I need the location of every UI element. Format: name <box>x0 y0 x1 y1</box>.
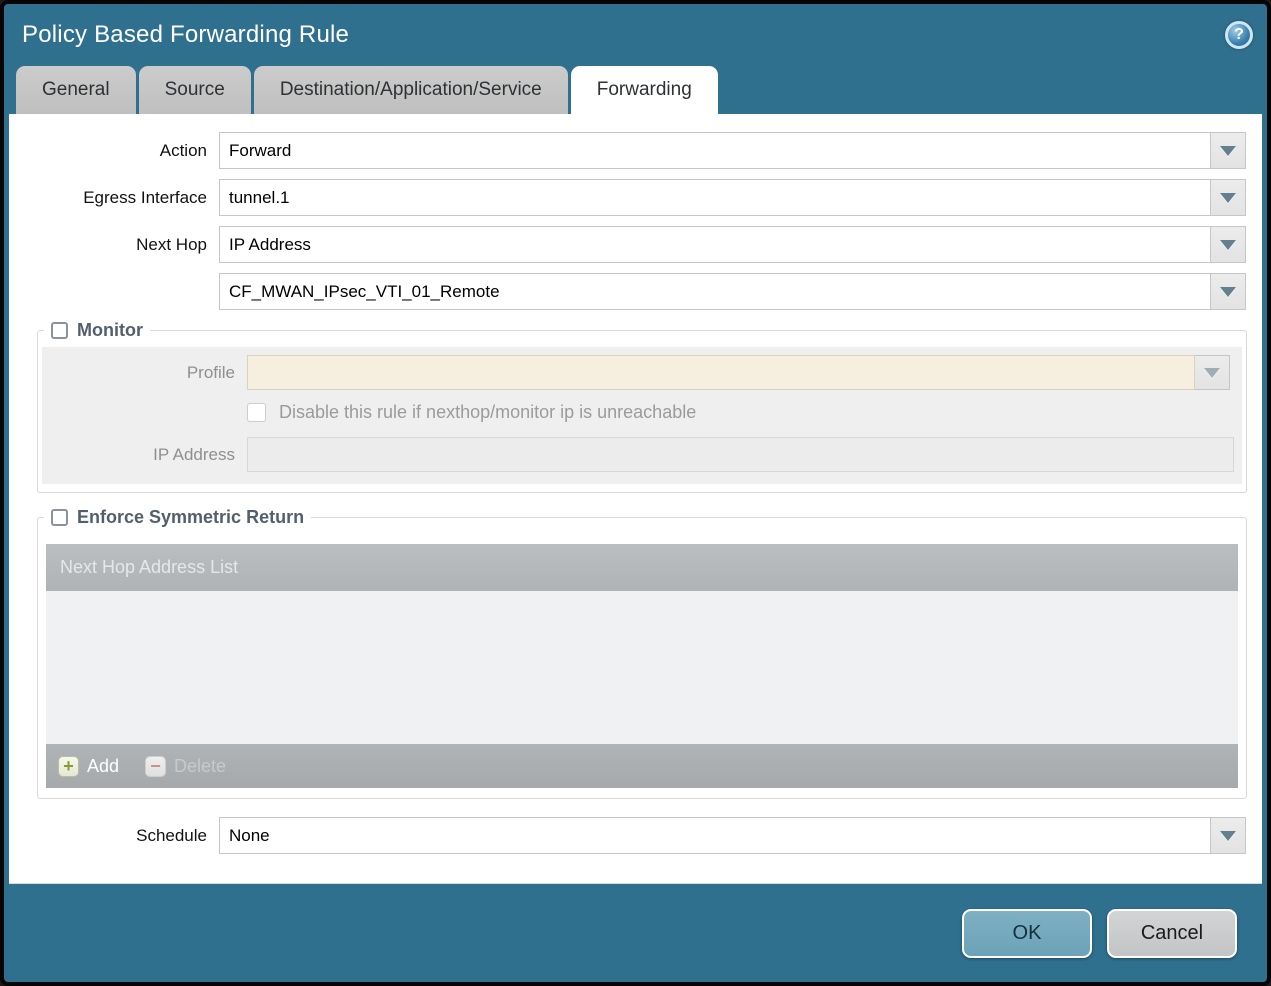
tab-bar: General Source Destination/Application/S… <box>4 66 1267 114</box>
monitor-ip-row: IP Address <box>42 437 1242 472</box>
chevron-down-icon <box>1220 830 1236 841</box>
monitor-legend: Monitor <box>44 320 150 341</box>
dialog-footer: OK Cancel <box>4 884 1267 982</box>
monitor-fieldset: Monitor Profile Disable this rule if nex… <box>37 320 1247 493</box>
action-select[interactable]: Forward <box>219 132 1211 169</box>
schedule-select[interactable]: None <box>219 817 1211 854</box>
next-hop-address-table: Next Hop Address List + Add − Delete <box>46 544 1238 788</box>
egress-interface-field-group: tunnel.1 <box>219 179 1246 216</box>
title-bar: Policy Based Forwarding Rule ? <box>4 4 1267 66</box>
schedule-row: Schedule None <box>9 817 1262 854</box>
table-toolbar: + Add − Delete <box>46 744 1238 788</box>
monitor-checkbox[interactable] <box>51 322 68 339</box>
next-hop-label: Next Hop <box>136 234 207 254</box>
minus-icon: − <box>145 755 167 777</box>
egress-interface-select[interactable]: tunnel.1 <box>219 179 1211 216</box>
monitor-ip-label: IP Address <box>153 444 235 464</box>
disable-rule-checkbox <box>247 403 266 422</box>
disable-rule-label: Disable this rule if nexthop/monitor ip … <box>279 402 697 422</box>
monitor-ip-input <box>247 437 1234 472</box>
egress-interface-label: Egress Interface <box>83 187 207 207</box>
delete-button: − Delete <box>145 755 227 777</box>
cancel-button[interactable]: Cancel <box>1107 908 1237 958</box>
add-button-label: Add <box>87 755 120 776</box>
next-hop-address-field-group: CF_MWAN_IPsec_VTI_01_Remote <box>219 273 1246 310</box>
monitor-legend-label: Monitor <box>77 320 143 340</box>
dialog-title: Policy Based Forwarding Rule <box>22 21 350 48</box>
action-row: Action Forward <box>9 132 1262 169</box>
chevron-down-icon <box>1220 145 1236 156</box>
monitor-panel: Profile Disable this rule if nexthop/mon… <box>42 347 1242 484</box>
forwarding-tab-panel: Action Forward Egress Interface tunnel.1… <box>9 114 1262 884</box>
chevron-down-icon <box>1204 367 1220 378</box>
delete-button-label: Delete <box>174 755 227 776</box>
symmetric-return-legend-label: Enforce Symmetric Return <box>77 507 305 527</box>
policy-based-forwarding-dialog: Policy Based Forwarding Rule ? General S… <box>0 0 1271 986</box>
help-icon[interactable]: ? <box>1225 21 1253 49</box>
next-hop-address-dropdown-button[interactable] <box>1211 273 1246 310</box>
symmetric-return-legend: Enforce Symmetric Return <box>44 507 311 528</box>
profile-select <box>247 355 1195 390</box>
next-hop-field-group: IP Address <box>219 226 1246 263</box>
profile-label: Profile <box>186 362 235 382</box>
next-hop-type-select[interactable]: IP Address <box>219 226 1211 263</box>
chevron-down-icon <box>1220 192 1236 203</box>
next-hop-address-list-body[interactable] <box>46 591 1238 744</box>
tab-general[interactable]: General <box>16 66 136 114</box>
monitor-ip-field-group <box>247 437 1234 472</box>
tab-forwarding[interactable]: Forwarding <box>570 66 718 114</box>
profile-field-group <box>247 355 1230 390</box>
profile-dropdown-button <box>1195 355 1230 390</box>
chevron-down-icon <box>1220 286 1236 297</box>
ok-button[interactable]: OK <box>962 908 1092 958</box>
schedule-label: Schedule <box>136 825 207 845</box>
next-hop-address-row: CF_MWAN_IPsec_VTI_01_Remote <box>9 273 1262 310</box>
disable-rule-row: Disable this rule if nexthop/monitor ip … <box>247 402 1242 423</box>
schedule-field-group: None <box>219 817 1246 854</box>
profile-row: Profile <box>42 355 1242 390</box>
egress-interface-row: Egress Interface tunnel.1 <box>9 179 1262 216</box>
chevron-down-icon <box>1220 239 1236 250</box>
tab-source[interactable]: Source <box>138 66 251 114</box>
schedule-dropdown-button[interactable] <box>1211 817 1246 854</box>
next-hop-row: Next Hop IP Address <box>9 226 1262 263</box>
next-hop-address-list-header: Next Hop Address List <box>46 544 1238 591</box>
tab-destination-application-service[interactable]: Destination/Application/Service <box>253 66 568 114</box>
add-button[interactable]: + Add <box>58 755 120 777</box>
enforce-symmetric-return-checkbox[interactable] <box>51 509 68 526</box>
egress-interface-dropdown-button[interactable] <box>1211 179 1246 216</box>
action-dropdown-button[interactable] <box>1211 132 1246 169</box>
plus-icon: + <box>58 755 79 777</box>
action-label: Action <box>159 140 207 160</box>
action-field-group: Forward <box>219 132 1246 169</box>
symmetric-return-fieldset: Enforce Symmetric Return Next Hop Addres… <box>37 507 1247 799</box>
next-hop-address-select[interactable]: CF_MWAN_IPsec_VTI_01_Remote <box>219 273 1211 310</box>
next-hop-dropdown-button[interactable] <box>1211 226 1246 263</box>
